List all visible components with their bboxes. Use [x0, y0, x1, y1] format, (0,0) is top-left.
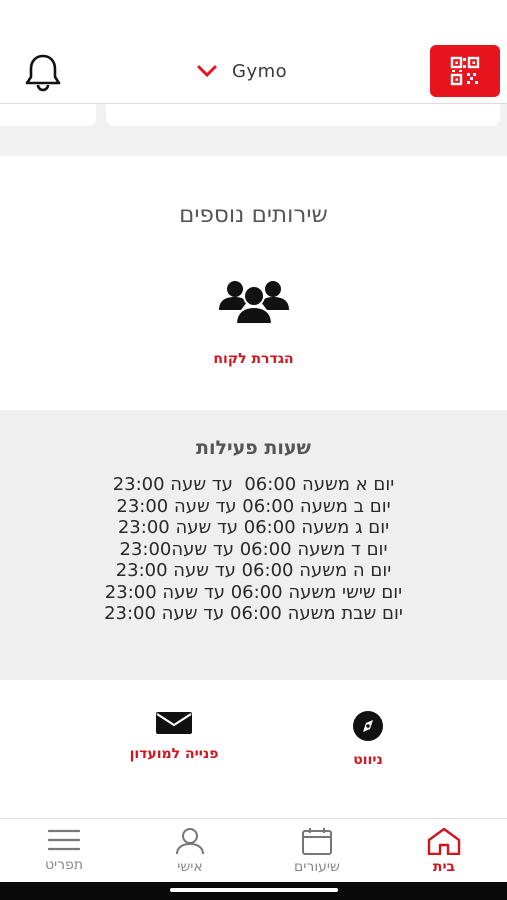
opening-hours-title: שעות פעילות: [196, 437, 311, 459]
people-group-icon[interactable]: [217, 276, 291, 326]
qr-code-button[interactable]: [430, 45, 500, 97]
home-icon: [427, 827, 461, 855]
bell-icon[interactable]: [22, 52, 64, 92]
partial-card[interactable]: [0, 104, 96, 126]
bottom-tab-bar: תפריט אישי שיעורים בית: [0, 818, 507, 882]
opening-hours-list: יום א משעה 06:00 עד שעה 23:00 יום ב משעה…: [0, 474, 507, 625]
hours-line: יום ב משעה 06:00 עד שעה 23:00: [116, 495, 391, 517]
actions-section: פנייה למועדון ניווט: [0, 680, 507, 818]
services-title: שירותים נוספים: [179, 202, 328, 228]
hours-line: יום שישי משעה 06:00 עד שעה 23:00: [104, 581, 403, 603]
calendar-icon: [302, 828, 332, 855]
partial-card[interactable]: [106, 104, 500, 126]
hours-line: יום שבת משעה 06:00 עד שעה 23:00: [104, 603, 403, 624]
qr-code-icon: [450, 56, 480, 86]
hours-line: יום ג משעה 06:00 עד שעה 23:00: [117, 517, 390, 538]
tab-personal-label: אישי: [177, 859, 203, 875]
user-icon: [176, 828, 204, 855]
top-header: Gymo: [0, 0, 507, 104]
club-name: Gymo: [232, 60, 288, 82]
tab-menu-label: תפריט: [44, 857, 84, 873]
home-indicator[interactable]: [170, 888, 338, 892]
hours-line: יום ד משעה 06:00 עד שעה23:00: [119, 538, 388, 560]
cards-strip: [0, 104, 507, 156]
tab-personal[interactable]: אישי: [150, 827, 230, 875]
compass-icon: [353, 711, 383, 741]
tab-home-label: בית: [432, 859, 456, 875]
customer-setup-link[interactable]: הגדרת לקוח: [0, 351, 507, 367]
navigate-label: ניווט: [353, 752, 383, 768]
services-section: שירותים נוספים הגדרת לקוח: [0, 156, 507, 410]
navigate-button[interactable]: ניווט: [298, 710, 438, 768]
hours-line: יום א משעה 06:00 עד שעה 23:00: [112, 474, 395, 495]
chevron-down-icon: [197, 65, 217, 78]
opening-hours-section: שעות פעילות יום א משעה 06:00 עד שעה 23:0…: [0, 410, 507, 680]
tab-home[interactable]: בית: [404, 827, 484, 875]
tab-menu[interactable]: תפריט: [24, 827, 104, 873]
hamburger-menu-icon: [47, 829, 81, 851]
envelope-icon: [156, 712, 192, 734]
tab-classes[interactable]: שיעורים: [277, 827, 357, 875]
contact-club-button[interactable]: פנייה למועדון: [104, 710, 244, 762]
hours-line: יום ה משעה 06:00 עד שעה 23:00: [115, 560, 392, 581]
tab-classes-label: שיעורים: [294, 859, 340, 875]
contact-club-label: פנייה למועדון: [129, 746, 219, 762]
club-selector[interactable]: Gymo: [196, 56, 287, 86]
